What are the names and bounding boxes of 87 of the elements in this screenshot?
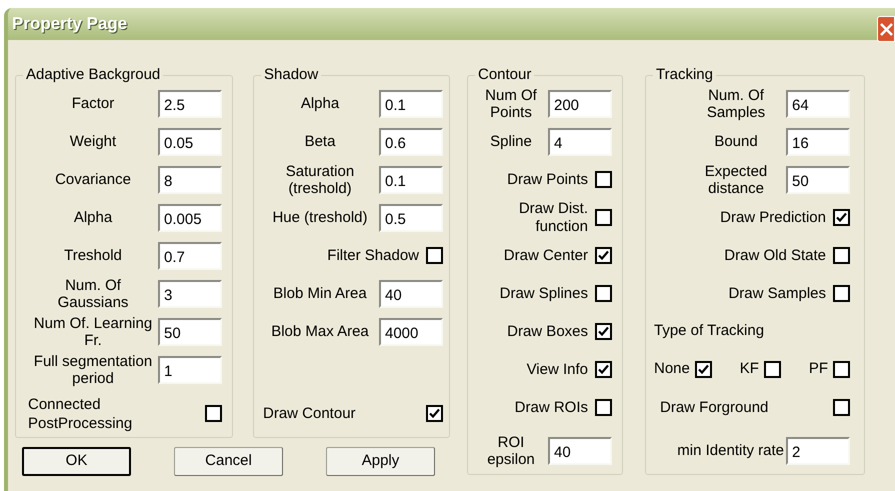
checkbox[interactable]	[694, 361, 712, 378]
field-label: Bound	[713, 133, 759, 150]
field-label: Spline	[489, 133, 533, 150]
group-title: Shadow	[263, 66, 320, 84]
field-label: Num Of. Learning Fr.	[32, 314, 154, 348]
checkbox[interactable]	[595, 323, 612, 340]
input-field[interactable]: 8	[158, 166, 222, 194]
field-label: Num. Of Gaussians	[56, 276, 130, 310]
checkbox-label: None	[654, 359, 690, 380]
checkbox-label: Draw Points	[507, 170, 588, 188]
checkbox-label: Draw Splines	[500, 284, 588, 302]
field-label: Treshold	[63, 247, 123, 264]
input-field[interactable]: 0.5	[379, 204, 443, 232]
field-label: Factor	[70, 95, 116, 112]
checkbox-label: Draw Forground	[660, 398, 768, 417]
field-label: Expected distance	[704, 162, 768, 196]
checkbox[interactable]	[833, 247, 850, 264]
input-field[interactable]: 4000	[379, 318, 443, 346]
field-label: Weight	[68, 133, 118, 150]
checkbox[interactable]	[595, 285, 612, 302]
checkbox[interactable]	[595, 361, 612, 378]
input-field[interactable]: 1	[158, 356, 222, 384]
input-field[interactable]: 0.6	[379, 128, 443, 156]
input-field[interactable]: 4	[548, 128, 612, 156]
checkbox-label: PF	[808, 359, 828, 380]
checkbox-label: KF	[740, 359, 759, 380]
checkbox[interactable]	[764, 361, 781, 378]
input-field[interactable]: 50	[786, 166, 850, 194]
field-label: Saturation (treshold)	[284, 162, 356, 196]
input-field[interactable]: 200	[548, 90, 612, 118]
checkbox[interactable]	[426, 247, 443, 264]
input-field[interactable]: 64	[786, 90, 850, 118]
field-label: Beta	[304, 133, 336, 150]
input-field[interactable]: 3	[158, 280, 222, 308]
checkbox[interactable]	[595, 247, 612, 264]
input-field[interactable]: 40	[548, 436, 612, 464]
dialog-button[interactable]: OK	[22, 447, 131, 476]
input-field[interactable]: 2	[786, 436, 850, 464]
field-label: Num Of Points	[484, 86, 538, 120]
field-label: ROI epsilon	[486, 434, 536, 468]
dialog-button[interactable]: Cancel	[174, 447, 283, 476]
checkbox[interactable]	[595, 399, 612, 416]
input-field[interactable]: 16	[786, 128, 850, 156]
checkbox-label: Connected PostProcessing	[28, 394, 134, 432]
checkbox[interactable]	[595, 209, 612, 226]
checkbox[interactable]	[426, 405, 443, 422]
close-button[interactable]	[877, 16, 895, 42]
checkbox-label: Draw Center	[504, 246, 588, 264]
checkbox[interactable]	[595, 171, 612, 188]
checkbox[interactable]	[833, 209, 850, 226]
field-label: Alpha	[300, 95, 340, 112]
field-label: Covariance	[54, 171, 132, 188]
field-label: Num. Of Samples	[706, 86, 766, 120]
checkbox-label: Draw ROIs	[514, 398, 588, 416]
close-icon	[880, 22, 893, 36]
checkbox-label: Draw Boxes	[507, 322, 588, 340]
input-field[interactable]: 0.005	[158, 204, 222, 232]
checkbox-label: Draw Contour	[263, 404, 356, 423]
input-field[interactable]: 0.1	[379, 90, 443, 118]
checkbox-label: Draw Prediction	[720, 208, 826, 226]
checkbox-label: Filter Shadow	[327, 246, 419, 264]
checkbox-label: Draw Samples	[728, 284, 826, 302]
field-label: Alpha	[72, 209, 114, 226]
field-label: min Identity rate	[677, 442, 784, 459]
section-label: Type of Tracking	[654, 321, 764, 342]
input-field[interactable]: 0.7	[158, 242, 222, 270]
checkbox-label: Draw Dist. function	[518, 200, 588, 236]
input-field[interactable]: 0.05	[158, 128, 222, 156]
checkbox[interactable]	[833, 285, 850, 302]
checkbox[interactable]	[832, 361, 850, 378]
field-label: Blob Min Area	[272, 285, 368, 302]
field-label: Full segmentation period	[32, 352, 154, 386]
checkbox[interactable]	[833, 399, 850, 416]
checkbox[interactable]	[205, 405, 222, 422]
field-label: Blob Max Area	[270, 323, 370, 340]
group-title: Tracking	[655, 66, 714, 84]
window-title: Property Page	[12, 13, 128, 36]
checkbox-label: View Info	[526, 360, 588, 378]
input-field[interactable]: 50	[158, 318, 222, 346]
group-title: Adaptive Backgroud	[25, 66, 162, 84]
field-label: Hue (treshold)	[271, 209, 369, 226]
input-field[interactable]: 2.5	[158, 90, 222, 118]
input-field[interactable]: 0.1	[379, 166, 443, 194]
checkbox-label: Draw Old State	[724, 246, 826, 264]
group-title: Contour	[477, 66, 532, 84]
dialog-button[interactable]: Apply	[326, 447, 435, 476]
input-field[interactable]: 40	[379, 280, 443, 308]
